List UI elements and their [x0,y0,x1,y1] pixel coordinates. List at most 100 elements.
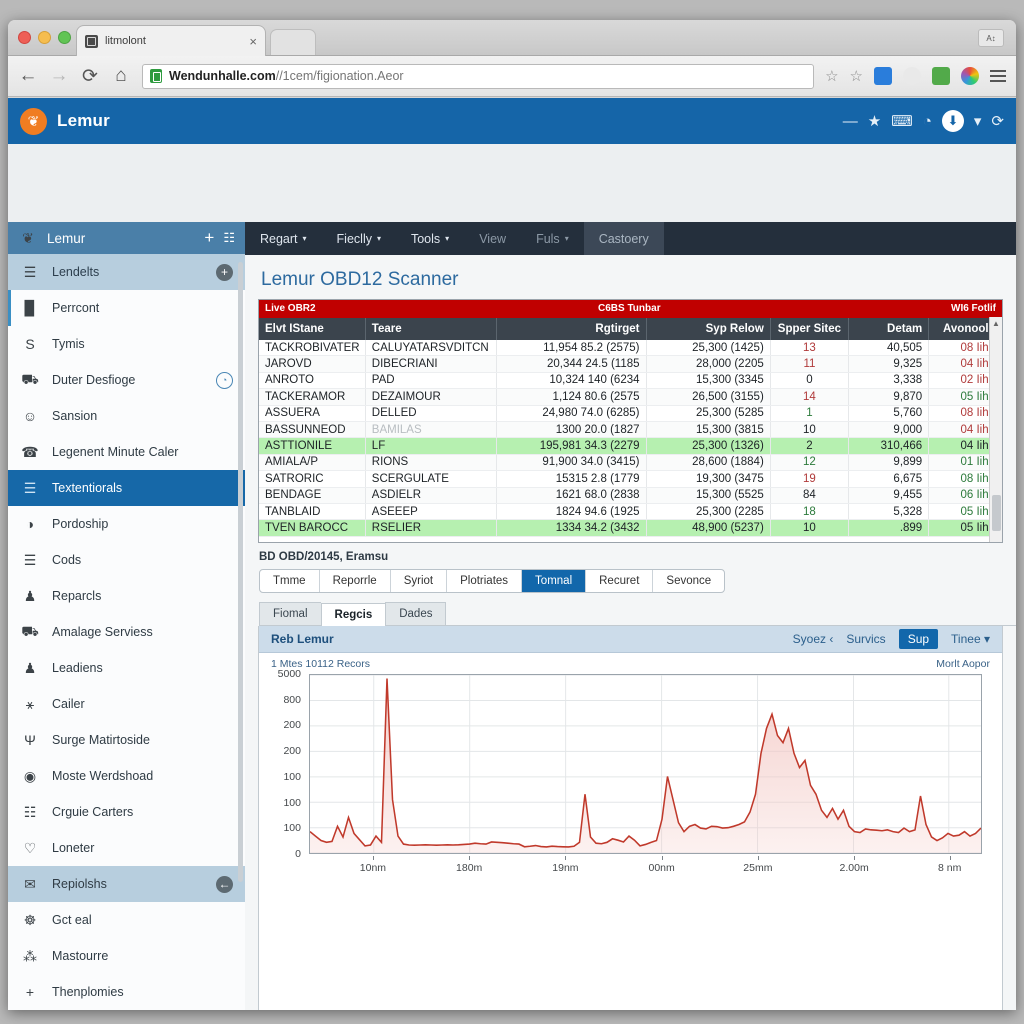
sidebar-item-sansion[interactable]: ☺ Sansion [8,398,245,434]
back-icon[interactable]: ← [18,65,38,87]
browser-menu-icon[interactable] [990,70,1006,82]
sidebar-item-badge[interactable]: ← [216,875,233,893]
tab-tmme[interactable]: Tmme [260,570,320,592]
menu-item-view[interactable]: View [464,222,521,255]
sidebar-item-lendelts[interactable]: ☰ Lendelts + [8,254,245,290]
table-row[interactable]: SATRORIC SCERGULATE 15315 2.8 (1779 19,300 … [259,471,1002,488]
menu-item-castoery[interactable]: Castoery [583,222,664,255]
tab-favicon-icon [85,34,98,48]
maximize-window-button[interactable] [58,31,71,44]
favorite-star-icon[interactable]: ★ [868,114,881,129]
sidebar-item-status-icon[interactable]: ◔ [216,371,233,389]
table-row[interactable]: BASSUNNEOD BAMILAS 1300 20.0 (1827 15,300 (… [259,421,1002,439]
table-row[interactable]: TACKERAMOR DEZAIMOUR 1,124 80.6 (2575 26,50… [259,389,1002,406]
menu-item-tools[interactable]: Tools ▾ [396,222,464,255]
menu-item-fuls[interactable]: Fuls ▾ [521,222,584,255]
extension-blue-icon[interactable] [874,67,892,85]
browser-tab[interactable]: litmolont × [76,25,266,56]
extension-green-icon[interactable] [932,67,950,85]
table-vertical-scrollbar[interactable]: ▲ [989,317,1002,542]
tab-sevonce[interactable]: Sevonce [653,570,724,592]
table-row[interactable]: ASSUERA DELLED 24,980 74.0 (6285) 25,300 (5… [259,405,1002,422]
chart-x-tick-label: 2.00m [839,862,869,874]
forward-icon[interactable]: → [49,65,69,87]
menu-item-regart[interactable]: Regart ▾ [245,222,322,255]
table-row[interactable]: AMIALA/P RIONS 91,900 34.0 (3415) 28,600 (1… [259,454,1002,472]
message-icon[interactable]: ⌨ [891,114,913,129]
sidebar-item-amalage-serviess[interactable]: ⛟ Amalage Serviess [8,614,245,650]
bookmark-star2-icon[interactable]: ☆ [850,67,863,85]
table-column-header[interactable]: Syp Relow [647,318,771,340]
table-column-header[interactable]: Spper Sitec [771,318,850,340]
sidebar-item-leadiens[interactable]: ♟ Leadiens [8,650,245,686]
table-row[interactable]: TVEN BAROCC RSELIER 1334 34.2 (3432 48,900 … [259,520,1002,537]
chart-link-syoez[interactable]: Syoez ‹ [793,632,834,646]
sidebar-item-duter-desfioge[interactable]: ⛟ Duter Desfioge ◔ [8,362,245,398]
sidebar-add-icon[interactable]: + [204,228,214,248]
table-column-header[interactable]: Elvt IStane [259,318,366,340]
extension-rainbow-icon[interactable] [961,67,979,85]
table-row[interactable]: JAROVD DIBECRIANI 20,344 24.5 (1185 28,000 … [259,356,1002,373]
table-column-header[interactable]: Teare [366,318,497,340]
gear-icon[interactable] [903,67,921,85]
subtab-fiomal[interactable]: Fiomal [259,602,321,625]
table-cell: TACKROBIVATER [259,340,366,356]
chart-link-survics[interactable]: Survics [846,632,885,646]
scroll-up-icon[interactable]: ▲ [992,317,1000,330]
sidebar-item-moste-werdshoad[interactable]: ◉ Moste Werdshoad [8,758,245,794]
sidebar-item-thenplomies[interactable]: + Thenplomies [8,974,245,1010]
sidebar-grid-icon[interactable]: ☷ [223,230,235,246]
subtab-dades[interactable]: Dades [385,602,447,625]
close-window-button[interactable] [18,31,31,44]
chart-link-tinee[interactable]: Tinee ▾ [951,632,990,646]
sidebar-item-crguie-carters[interactable]: ☷ Crguie Carters [8,794,245,830]
sidebar-item-cailer[interactable]: ⚹ Cailer [8,686,245,722]
tab-plotriates[interactable]: Plotriates [447,570,523,592]
account-icon[interactable]: ◔ [923,114,932,129]
tab-tomnal[interactable]: Tomnal [522,570,587,592]
table-row[interactable]: ASTTIONILE LF 195,981 34.3 (2279 25,300 (13… [259,438,1002,455]
table-row[interactable]: TACKROBIVATER CALUYATARSVDITCN 11,954 85.2… [259,340,1002,357]
sidebar-item-loneter[interactable]: ♡ Loneter [8,830,245,866]
tab-syriot[interactable]: Syriot [391,570,448,592]
table-row[interactable]: TANBLAID ASEEEP 1824 94.6 (1925 25,300 (228… [259,503,1002,521]
sidebar-item-surge-matirtoside[interactable]: Ψ Surge Matirtoside [8,722,245,758]
table-cell: 9,325 [849,356,930,372]
table-row[interactable]: BENDAGE ASDIELR 1621 68.0 (2838 15,300 (552… [259,487,1002,504]
scrollbar-thumb[interactable] [991,495,1001,531]
zoom-badge[interactable]: A↕ [978,29,1004,47]
sidebar-scrollbar[interactable] [238,262,243,882]
sidebar-item-gct-eal[interactable]: ☸ Gct eal [8,902,245,938]
table-column-header[interactable]: Detam [849,318,930,340]
bookmark-star-icon[interactable]: ☆ [825,67,838,85]
reload-icon[interactable]: ⟳ [80,65,100,88]
sidebar-item-pordoship[interactable]: ◑ Pordoship [8,506,245,542]
sidebar-item-repiolshs[interactable]: ✉ Repiolshs ← [8,866,245,902]
address-bar[interactable]: Wendunhalle.com//1cem/figionation.Aeor [142,63,815,89]
sidebar-item-cods[interactable]: ☰ Cods [8,542,245,578]
tab-reporrle[interactable]: Reporrle [320,570,391,592]
home-icon[interactable]: ⌂ [111,65,131,87]
tab-close-icon[interactable]: × [249,35,257,48]
sidebar-item-icon: ☸ [23,911,37,928]
add-icon[interactable]: + [216,263,233,281]
tab-recuret[interactable]: Recuret [586,570,654,592]
new-tab-button[interactable] [270,29,316,55]
sidebar-item-mastourre[interactable]: ⁂ Mastourre [8,938,245,974]
sidebar-item-legenent-minute-caler[interactable]: ☎ Legenent Minute Caler [8,434,245,470]
sidebar-item-perrcont[interactable]: ▉ Perrcont [8,290,245,326]
subtab-regcis[interactable]: Regcis [320,603,386,626]
chart-sup-button[interactable]: Sup [898,629,939,649]
download-icon[interactable]: ⬇ [941,110,964,132]
chevron-down-icon[interactable]: ▾ [974,114,982,129]
minimize-icon[interactable]: — [843,114,858,129]
sidebar-item-textentiorals[interactable]: ☰ Textentiorals [8,470,245,506]
table-row[interactable]: ANROTO PAD 10,324 140 (6234 15,300 (3345 0 3,… [259,372,1002,390]
refresh-icon[interactable]: ⟳ [991,114,1004,129]
sidebar-item-reparcls[interactable]: ♟ Reparcls [8,578,245,614]
minimize-window-button[interactable] [38,31,51,44]
table-column-header[interactable]: Rgtirget [497,318,647,340]
menu-item-fieclly[interactable]: Fieclly ▾ [322,222,396,255]
table-cell: RIONS [366,454,497,471]
sidebar-item-tymis[interactable]: S Tymis [8,326,245,362]
